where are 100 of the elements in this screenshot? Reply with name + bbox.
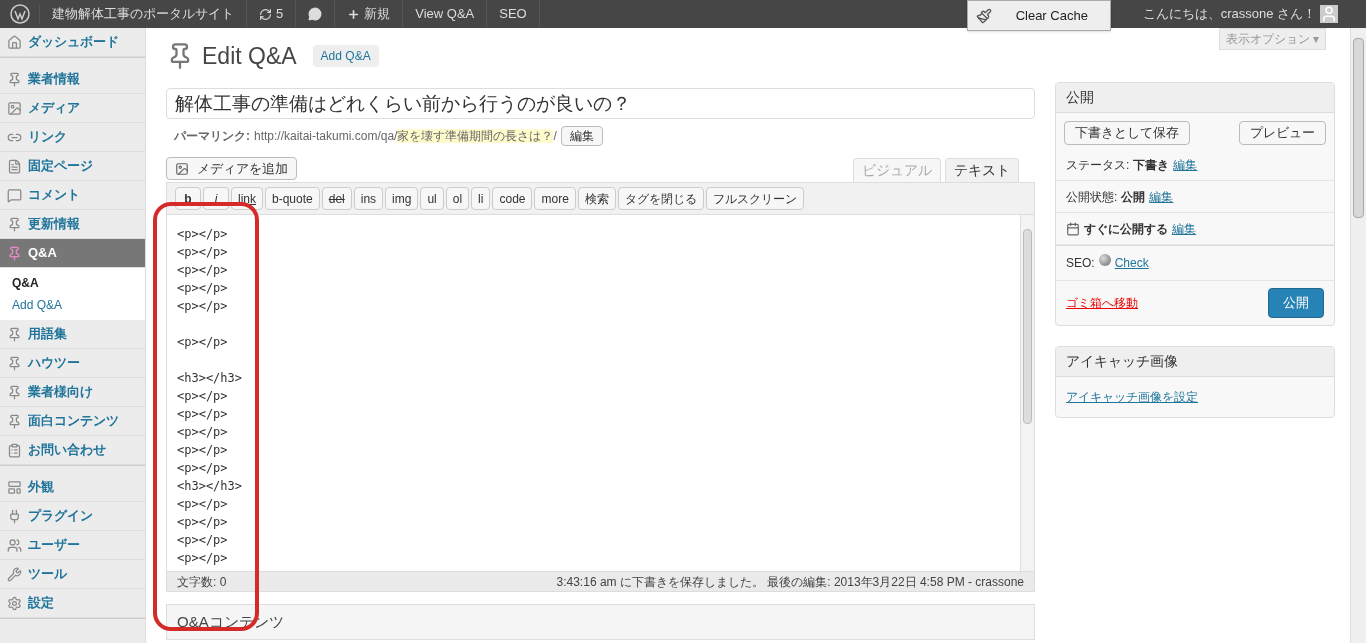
plus-icon — [347, 7, 361, 21]
publish-button[interactable]: 公開 — [1268, 288, 1324, 318]
code-line: <p></p> — [177, 460, 228, 477]
media-icon — [175, 161, 189, 176]
settings-icon — [7, 595, 22, 611]
box-title: アイキャッチ画像 — [1066, 352, 1178, 371]
autosave-status: 3:43:16 am に下書きを保存しました。 最後の編集: 2013年3月22日 4:58 PM - crassone — [556, 573, 1024, 591]
edit-link[interactable]: 編集 — [1172, 219, 1196, 238]
box-title: 公開 — [1066, 88, 1094, 107]
quicktag-button[interactable]: code — [492, 187, 533, 210]
field-value: すぐに公開する — [1084, 220, 1168, 238]
title-field[interactable]: 解体工事の準備はどれくらい前から行うのが良いの？ — [166, 88, 1035, 119]
page-icon — [7, 158, 22, 174]
quicktag-button[interactable]: more — [534, 187, 576, 210]
field-value: 公開 — [1121, 188, 1146, 206]
tools-icon — [7, 566, 22, 582]
pushpin-icon — [7, 384, 22, 400]
submenu-item[interactable]: Q&A — [0, 272, 145, 294]
refresh-icon — [259, 7, 272, 21]
edit-link[interactable]: 編集 — [1149, 187, 1174, 206]
sidebar-item[interactable]: リンク — [0, 123, 145, 152]
code-line: <p></p> — [177, 298, 228, 315]
field-label: ステータス: — [1066, 156, 1130, 174]
code-line: <p></p> — [177, 514, 228, 531]
code-line: <p></p> — [177, 244, 228, 261]
code-line: <p></p> — [177, 226, 228, 243]
home-icon — [7, 34, 22, 50]
sidebar-item[interactable]: Q&A — [0, 239, 145, 268]
code-line: <p></p> — [177, 496, 228, 513]
field-label: SEO: — [1066, 255, 1095, 272]
calendar-icon — [1066, 221, 1080, 236]
pushpin-icon — [7, 71, 22, 87]
speech-bubble-icon — [308, 7, 323, 21]
admin-bar-link[interactable]: View Q&A — [403, 0, 488, 28]
page-title: Edit Q&A — [202, 41, 297, 71]
code-line: <p></p> — [177, 532, 228, 549]
submenu-item[interactable]: Add Q&A — [0, 294, 145, 316]
sidebar-item[interactable]: メディア — [0, 94, 145, 123]
word-count: 文字数: 0 — [177, 573, 227, 591]
form-icon — [7, 442, 22, 458]
sidebar-item[interactable]: ユーザー — [0, 531, 145, 560]
field-value: 下書き — [1133, 156, 1170, 174]
quicktag-button[interactable]: フルスクリーン — [705, 187, 804, 210]
admin-bar-link[interactable]: SEO — [487, 0, 540, 28]
quicktag-button[interactable]: タグを閉じる — [617, 187, 704, 210]
code-line: <p></p> — [177, 388, 228, 405]
check-link[interactable]: Check — [1114, 254, 1149, 272]
greeting-text: こんにちは、crassone さん！ — [1141, 5, 1317, 24]
quicktag-button[interactable]: ins — [353, 187, 384, 210]
add-media-button[interactable]: メディアを追加 — [166, 157, 297, 180]
speech-bubble-icon — [7, 187, 22, 203]
edit-link[interactable]: 編集 — [1173, 155, 1198, 174]
layout-icon — [7, 479, 22, 495]
sidebar-item[interactable]: 固定ページ — [0, 152, 145, 181]
sidebar-item[interactable]: 外観 — [0, 473, 145, 502]
quicktag-button[interactable]: b-quote — [265, 187, 320, 210]
preview-button[interactable]: プレビュー — [1239, 121, 1326, 145]
sidebar-item[interactable]: 設定 — [0, 589, 145, 618]
sidebar-item[interactable]: お問い合わせ — [0, 436, 145, 465]
brush-icon — [975, 7, 992, 24]
sidebar-item[interactable]: ハウツー — [0, 349, 145, 378]
field-label: 公開状態: — [1066, 188, 1118, 206]
save-draft-button[interactable]: 下書きとして保存 — [1064, 121, 1190, 145]
set-featured-image-link[interactable]: アイキャッチ画像を設定 — [1066, 388, 1198, 406]
sidebar-item[interactable]: 業者様向け — [0, 378, 145, 407]
editor-tab[interactable]: テキスト — [945, 158, 1019, 182]
pushpin-icon — [7, 413, 22, 429]
sidebar-item[interactable]: ダッシュボード — [0, 28, 145, 57]
permalink-url: http://kaitai-takumi.com/qa/家を壊す準備期間の長さは？/ — [254, 128, 557, 145]
code-line: <p></p> — [177, 550, 228, 567]
code-line: <p></p> — [177, 280, 228, 297]
sidebar-item[interactable]: ツール — [0, 560, 145, 589]
quicktag-button[interactable]: del — [321, 187, 352, 210]
sidebar-item[interactable]: 用語集 — [0, 320, 145, 349]
code-line: <p></p> — [177, 424, 228, 441]
permalink-label: パーマリンク: — [174, 128, 250, 145]
quicktag-button[interactable]: 検索 — [577, 187, 616, 210]
edit-permalink-button[interactable]: 編集 — [560, 126, 603, 146]
sidebar-item[interactable]: 業者情報 — [0, 65, 145, 94]
plug-icon — [7, 508, 22, 524]
wordpress-logo-icon[interactable] — [9, 4, 30, 24]
updates-link[interactable]: 5 — [247, 0, 297, 28]
code-line: <p></p> — [177, 442, 228, 459]
quicktag-button[interactable]: ul — [420, 187, 444, 210]
quicktag-button[interactable]: img — [385, 187, 419, 210]
image-icon — [7, 100, 22, 116]
sidebar-item[interactable]: 面白コンテンツ — [0, 407, 145, 436]
code-line: <p></p> — [177, 334, 228, 351]
pushpin-icon — [7, 245, 22, 261]
sidebar-item[interactable]: プラグイン — [0, 502, 145, 531]
quicktag-button[interactable]: li — [471, 187, 491, 210]
trash-link[interactable]: ゴミ箱へ移動 — [1066, 294, 1138, 312]
new-link[interactable]: 新規 — [335, 0, 404, 28]
users-icon — [7, 537, 22, 553]
pushpin-icon — [7, 355, 22, 371]
code-line: <h3></h3> — [177, 370, 243, 387]
add-new-button[interactable]: Add Q&A — [312, 45, 379, 67]
quicktag-button[interactable]: ol — [445, 187, 470, 210]
sidebar-item[interactable]: コメント — [0, 181, 145, 210]
clear-cache-button[interactable]: Clear Cache — [966, 0, 1111, 31]
